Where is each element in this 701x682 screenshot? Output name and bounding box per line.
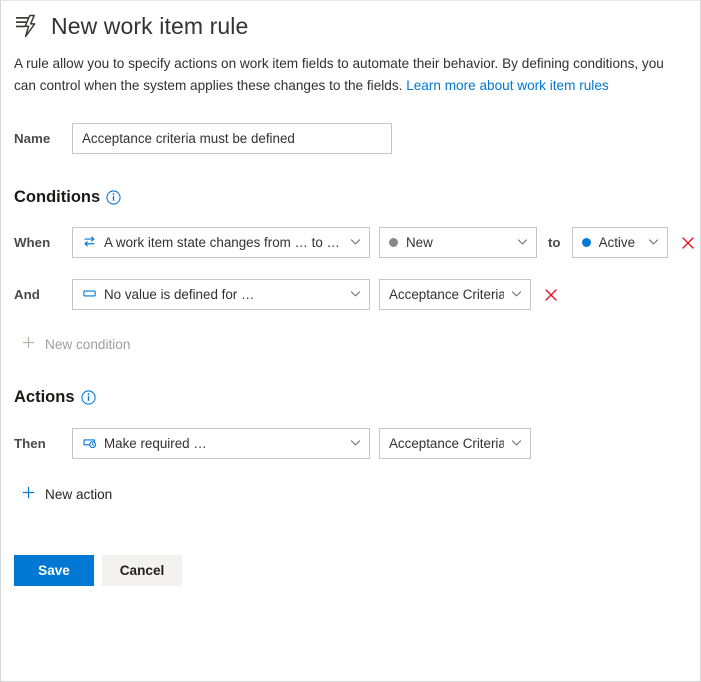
chevron-down-icon	[349, 235, 362, 251]
info-circle-icon[interactable]	[106, 190, 121, 205]
state-dot-new	[389, 238, 398, 247]
new-condition-button[interactable]: New condition	[1, 334, 136, 354]
page-title: New work item rule	[51, 12, 249, 39]
chevron-down-icon	[516, 235, 529, 251]
conditions-heading-label: Conditions	[14, 188, 101, 206]
name-label: Name	[14, 131, 51, 146]
then-label: Then	[14, 436, 46, 451]
chevron-down-icon	[349, 436, 362, 452]
when-label: When	[14, 235, 51, 250]
dialog-header: New work item rule	[1, 1, 700, 39]
to-connector-label: to	[548, 235, 561, 250]
condition-trigger-value-2: No value is defined for …	[104, 287, 255, 302]
chevron-down-icon	[510, 287, 523, 303]
action-field-value: Acceptance Criteria	[389, 436, 504, 451]
plus-icon	[21, 485, 36, 503]
chevron-down-icon	[349, 287, 362, 303]
new-action-button[interactable]: New action	[1, 484, 118, 504]
rule-lightning-icon	[14, 13, 40, 39]
state-dot-active	[581, 238, 591, 247]
new-condition-label: New condition	[45, 336, 131, 352]
actions-heading: Actions	[1, 388, 700, 407]
action-row-then: Then Make required … Acceptance Criteria	[1, 428, 700, 459]
close-icon	[545, 288, 557, 301]
cancel-button[interactable]: Cancel	[102, 555, 182, 586]
chevron-down-icon	[647, 235, 660, 251]
name-row: Name	[1, 123, 700, 154]
description-line-1: A rule allow you to specify actions on w…	[14, 56, 639, 71]
delete-condition-button-1[interactable]	[680, 235, 696, 251]
description-text: A rule allow you to specify actions on w…	[14, 53, 674, 97]
action-dropdown[interactable]: Make required …	[72, 428, 370, 459]
save-button[interactable]: Save	[14, 555, 94, 586]
condition-field-value: Acceptance Criteria	[389, 287, 504, 302]
conditions-heading: Conditions	[1, 188, 700, 207]
from-state-value: New	[406, 235, 433, 250]
plus-icon	[21, 335, 36, 353]
from-state-dropdown[interactable]: New	[379, 227, 537, 258]
condition-trigger-dropdown-2[interactable]: No value is defined for …	[72, 279, 370, 310]
learn-more-link[interactable]: Learn more about work item rules	[406, 78, 609, 93]
dialog-footer: Save Cancel	[1, 555, 700, 586]
state-transition-icon	[82, 234, 97, 252]
action-field-dropdown[interactable]: Acceptance Criteria	[379, 428, 531, 459]
new-work-item-rule-dialog: New work item rule A rule allow you to s…	[0, 0, 701, 682]
empty-field-icon	[82, 286, 97, 304]
condition-row-when: When A work item state changes from … to…	[1, 227, 700, 258]
condition-trigger-value: A work item state changes from … to …	[104, 235, 340, 250]
info-circle-icon[interactable]	[80, 390, 96, 405]
and-label: And	[14, 287, 40, 302]
to-state-dropdown[interactable]: Active	[571, 227, 668, 258]
new-action-label: New action	[45, 486, 113, 502]
close-icon	[681, 236, 694, 249]
to-state-value: Active	[598, 235, 636, 250]
delete-condition-button-2[interactable]	[543, 287, 559, 303]
condition-trigger-dropdown[interactable]: A work item state changes from … to …	[72, 227, 370, 258]
make-required-icon	[82, 435, 97, 453]
condition-field-dropdown[interactable]: Acceptance Criteria	[379, 279, 531, 310]
actions-heading-label: Actions	[14, 388, 75, 406]
chevron-down-icon	[510, 436, 523, 452]
condition-row-and: And No value is defined for … Acceptance…	[1, 279, 700, 310]
name-input[interactable]	[72, 123, 392, 154]
action-value: Make required …	[104, 436, 207, 451]
